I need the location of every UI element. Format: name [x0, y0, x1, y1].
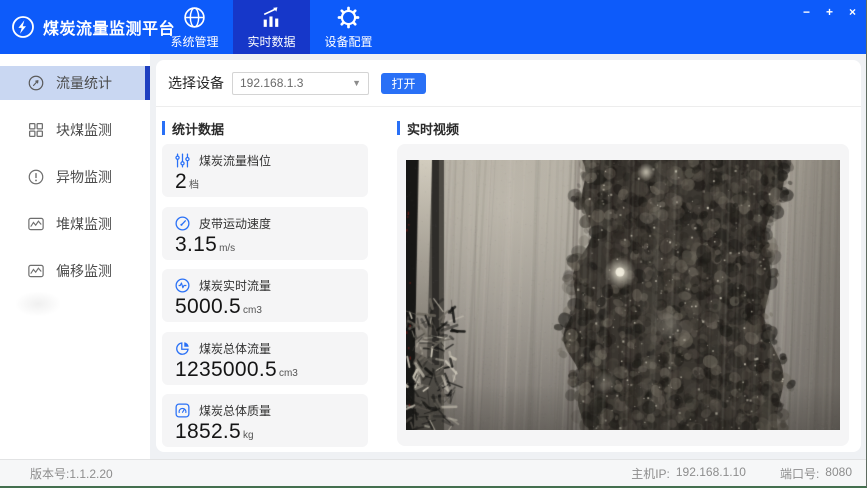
- maximize-button[interactable]: +: [826, 6, 833, 18]
- sidebar-item-label: 偏移监测: [56, 261, 112, 281]
- main-panel: 选择设备 192.168.1.3 ▼ 打开 统计数据: [156, 60, 861, 452]
- bar-chart-icon: [259, 5, 284, 30]
- globe-icon: [182, 5, 207, 30]
- stat-label: 煤炭总体质量: [199, 402, 271, 419]
- gear-icon: [336, 5, 361, 30]
- brand: 煤炭流量监测平台: [0, 0, 150, 54]
- speedometer-icon: [174, 215, 191, 232]
- host-ip-value: 192.168.1.10: [676, 465, 746, 482]
- weight-gauge-icon: [174, 402, 191, 419]
- accent-bar: [162, 121, 165, 135]
- sidebar-item-flow-stats[interactable]: 流量统计: [0, 66, 150, 100]
- stat-unit: m/s: [219, 243, 235, 254]
- gauge-icon: [27, 74, 45, 92]
- device-select-value: 192.168.1.3: [240, 76, 303, 90]
- device-select-label: 选择设备: [168, 73, 224, 93]
- sidebar-item-foreign-object[interactable]: 异物监测: [0, 160, 150, 194]
- version-text: 版本号:1.1.2.20: [30, 465, 113, 482]
- device-select[interactable]: 192.168.1.3 ▼: [232, 72, 369, 95]
- stat-label: 煤炭总体流量: [199, 340, 271, 357]
- minimize-button[interactable]: −: [803, 6, 810, 18]
- nav-label: 系统管理: [170, 33, 218, 50]
- grid-icon: [27, 121, 45, 139]
- pulse-icon: [174, 277, 191, 294]
- status-bar: 版本号:1.1.2.20 主机IP: 192.168.1.10 端口号: 808…: [0, 459, 866, 486]
- close-button[interactable]: ×: [849, 6, 856, 18]
- stat-unit: cm3: [243, 305, 262, 316]
- host-ip-label: 主机IP:: [631, 465, 670, 482]
- port: 端口号: 8080: [780, 465, 852, 482]
- video-section-title: 实时视频: [397, 120, 849, 136]
- app-window: 煤炭流量监测平台 系统管理 实时数据: [0, 0, 867, 488]
- stats-section: 统计数据 煤炭流量档位: [162, 114, 374, 452]
- stat-value: 5000.5: [175, 295, 241, 319]
- stat-unit: cm3: [279, 368, 298, 379]
- top-nav: 系统管理 实时数据: [156, 0, 387, 54]
- stat-value: 1235000.5: [175, 358, 277, 382]
- stat-label: 煤炭实时流量: [199, 277, 271, 294]
- sidebar-item-lump-coal[interactable]: 块煤监测: [0, 113, 150, 147]
- app-logo-icon: [11, 15, 35, 39]
- sidebar-item-coal-pile[interactable]: 堆煤监测: [0, 207, 150, 241]
- port-value: 8080: [825, 465, 852, 482]
- alert-circle-icon: [27, 168, 45, 186]
- stat-label: 皮带运动速度: [199, 215, 271, 232]
- nav-item-system[interactable]: 系统管理: [156, 0, 233, 54]
- sidebar-item-offset[interactable]: 偏移监测: [0, 254, 150, 288]
- nav-label: 实时数据: [247, 33, 295, 50]
- area-chart-icon: [27, 262, 45, 280]
- area-chart-icon: [27, 215, 45, 233]
- stat-unit: 档: [189, 176, 199, 191]
- sidebar-watermark: [16, 292, 60, 316]
- main-content: 统计数据 煤炭流量档位: [156, 107, 861, 452]
- sliders-icon: [174, 152, 191, 169]
- stat-value: 1852.5: [175, 420, 241, 444]
- stat-unit: kg: [243, 430, 254, 441]
- top-bar: 煤炭流量监测平台 系统管理 实时数据: [0, 0, 866, 54]
- stat-card-total-flow: 煤炭总体流量 1235000.5 cm3: [162, 332, 368, 385]
- accent-bar: [397, 121, 400, 135]
- stat-value: 3.15: [175, 233, 217, 257]
- stat-value: 2: [175, 170, 187, 194]
- chevron-down-icon: ▼: [352, 78, 361, 88]
- sidebar-item-label: 堆煤监测: [56, 214, 112, 234]
- stat-label: 煤炭流量档位: [199, 152, 271, 169]
- sidebar-item-label: 块煤监测: [56, 120, 112, 140]
- stats-section-title: 统计数据: [162, 120, 374, 136]
- stat-card-total-mass: 煤炭总体质量 1852.5 kg: [162, 394, 368, 447]
- nav-item-device-config[interactable]: 设备配置: [310, 0, 387, 54]
- sidebar-item-label: 流量统计: [56, 73, 112, 93]
- open-device-button[interactable]: 打开: [381, 73, 426, 94]
- stat-card-realtime-flow: 煤炭实时流量 5000.5 cm3: [162, 269, 368, 322]
- window-controls: − + ×: [803, 6, 856, 18]
- stat-card-gear-level: 煤炭流量档位 2 档: [162, 144, 368, 197]
- video-frame[interactable]: [406, 160, 840, 430]
- port-label: 端口号:: [780, 465, 819, 482]
- device-selector-row: 选择设备 192.168.1.3 ▼ 打开: [156, 60, 861, 107]
- host-ip: 主机IP: 192.168.1.10: [631, 465, 746, 482]
- sidebar: 流量统计 块煤监测 异物监测: [0, 54, 150, 459]
- pie-chart-icon: [174, 340, 191, 357]
- stat-card-belt-speed: 皮带运动速度 3.15 m/s: [162, 207, 368, 260]
- nav-item-realtime-data[interactable]: 实时数据: [233, 0, 310, 54]
- video-card: [397, 144, 849, 446]
- video-section: 实时视频: [397, 114, 849, 452]
- sidebar-item-label: 异物监测: [56, 167, 112, 187]
- nav-label: 设备配置: [324, 33, 372, 50]
